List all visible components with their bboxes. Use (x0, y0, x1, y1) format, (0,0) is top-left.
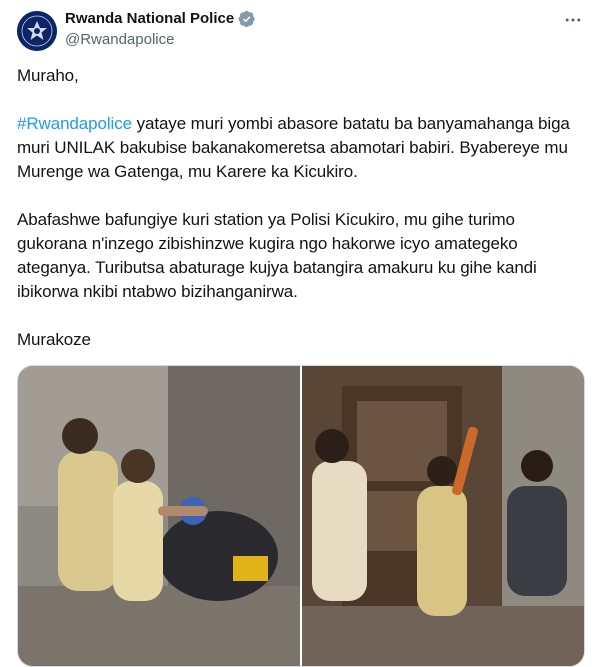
author-display-name[interactable]: Rwanda National Police (65, 10, 234, 28)
media-photo-2[interactable] (302, 366, 584, 666)
tweet-paragraph-2: Abafashwe bafungiye kuri station ya Poli… (17, 210, 537, 301)
tweet-greeting: Muraho, (17, 66, 79, 85)
author-avatar[interactable] (17, 11, 57, 51)
media-photo-1[interactable] (18, 366, 300, 666)
verified-badge-icon (238, 10, 256, 28)
tweet-media (17, 365, 585, 667)
author-name-row: Rwanda National Police (65, 10, 256, 28)
tweet-paragraph-1: #Rwandapolice yataye muri yombi abasore … (17, 112, 577, 184)
author-handle[interactable]: @Rwandapolice (65, 31, 174, 49)
tweet-text: Muraho, #Rwandapolice yataye muri yombi … (17, 64, 577, 376)
police-badge-icon (17, 11, 57, 51)
tweet-closing: Murakoze (17, 330, 91, 349)
more-options-icon[interactable] (563, 10, 583, 30)
tweet-card: Rwanda National Police @Rwandapolice Mur… (0, 0, 611, 667)
hashtag-link[interactable]: #Rwandapolice (17, 114, 132, 133)
